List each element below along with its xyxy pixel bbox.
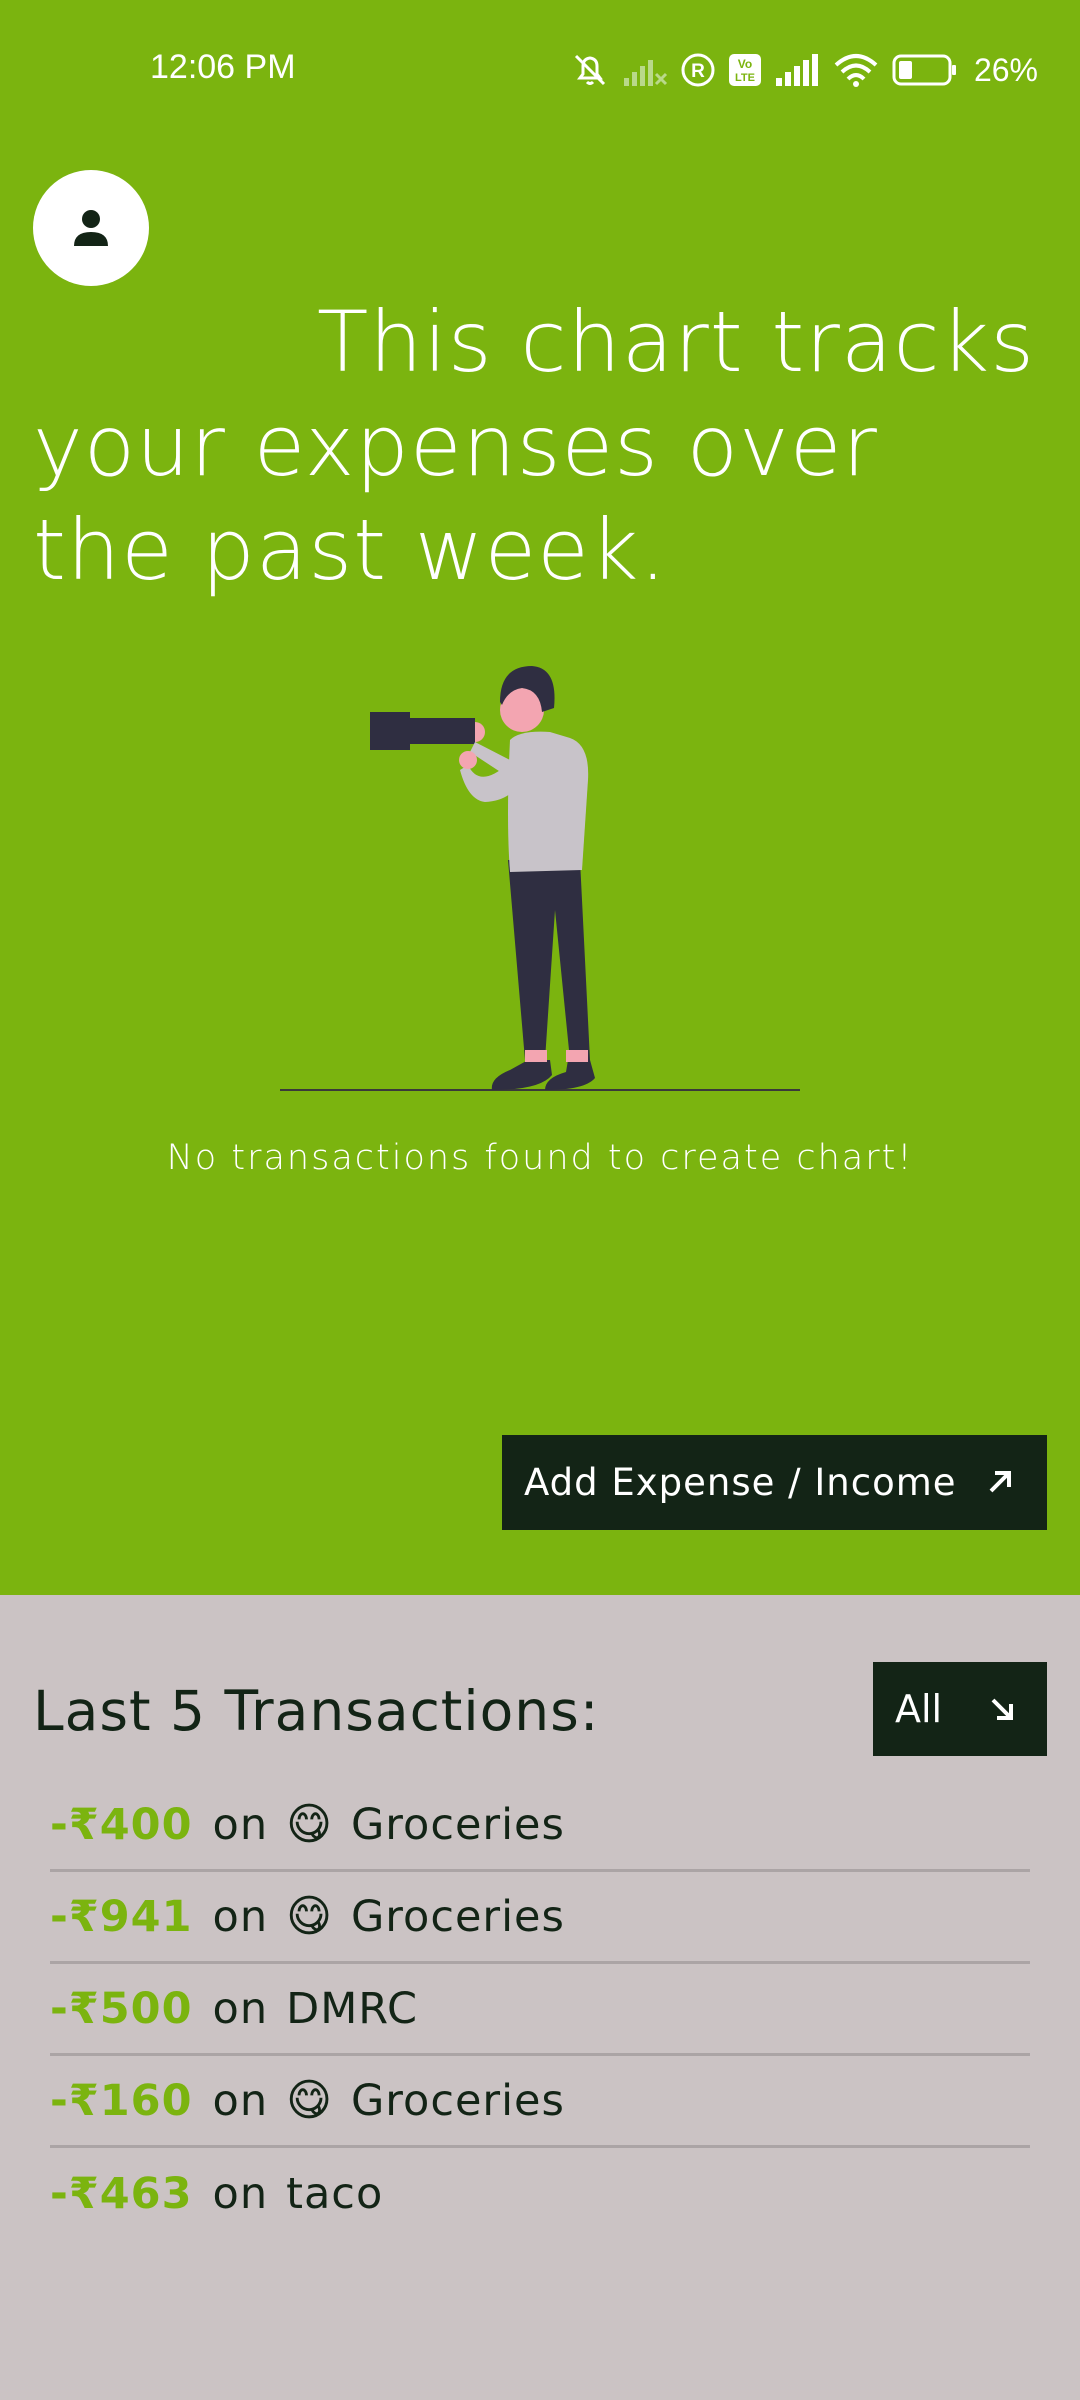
wifi-icon <box>834 54 878 87</box>
transaction-category: Groceries <box>350 2075 565 2126</box>
mute-bell-icon <box>574 54 606 86</box>
svg-text:Vo: Vo <box>738 57 752 71</box>
transaction-row[interactable]: -₹500 on DMRC <box>50 1964 1030 2056</box>
status-time: 12:06 PM <box>150 48 296 86</box>
person-with-binoculars-illustration <box>280 666 800 1091</box>
all-transactions-button[interactable]: All <box>873 1662 1047 1756</box>
transaction-on-text: on <box>212 1799 269 1850</box>
svg-text:LTE: LTE <box>735 72 755 84</box>
category-emoji: 😋 <box>286 2075 333 2126</box>
transaction-on-text: on <box>212 2169 269 2219</box>
empty-chart-message: No transactions found to create chart! <box>166 1138 914 1178</box>
add-expense-income-button[interactable]: Add Expense / Income <box>502 1435 1047 1530</box>
transaction-category: DMRC <box>286 1983 419 2034</box>
transaction-amount: -₹160 <box>50 2075 193 2126</box>
transaction-category: Groceries <box>350 1799 565 1850</box>
transaction-on-text: on <box>212 2075 269 2126</box>
transaction-row[interactable]: -₹400 on 😋 Groceries <box>50 1780 1030 1872</box>
volte-icon: Vo LTE <box>728 54 761 86</box>
chart-panel: 12:06 PM R Vo LTE 26% This chart tracks … <box>0 0 1080 1595</box>
profile-button[interactable] <box>33 170 149 286</box>
transaction-category: taco <box>286 2169 384 2219</box>
svg-text:R: R <box>691 61 705 82</box>
transactions-title: Last 5 Transactions: <box>33 1679 600 1743</box>
battery-level: 26% <box>973 51 1038 88</box>
signal-icon <box>775 54 818 86</box>
status-bar: 12:06 PM R Vo LTE 26% <box>0 0 1080 140</box>
page-title: This chart tracks your expenses over the… <box>33 293 1035 599</box>
transaction-list: -₹400 on 😋 Groceries -₹941 on 😋 Grocerie… <box>50 1780 1030 2240</box>
transaction-on-text: on <box>212 1983 269 2034</box>
signal-off-icon <box>623 60 668 86</box>
category-emoji: 😋 <box>286 1799 333 1850</box>
arrow-up-right-icon <box>989 1471 1011 1493</box>
filter-button-label: All <box>895 1687 943 1731</box>
transaction-amount: -₹400 <box>50 1799 193 1850</box>
transaction-row[interactable]: -₹463 on taco <box>50 2148 1030 2240</box>
status-icons: R Vo LTE 26% <box>570 48 1038 92</box>
transaction-row[interactable]: -₹941 on 😋 Groceries <box>50 1872 1030 1964</box>
person-icon <box>74 210 108 246</box>
transaction-category: Groceries <box>350 1891 565 1942</box>
roaming-icon: R <box>681 53 715 87</box>
transaction-row[interactable]: -₹160 on 😋 Groceries <box>50 2056 1030 2148</box>
transaction-amount: -₹941 <box>50 1891 193 1942</box>
transactions-panel: Last 5 Transactions: All -₹400 on 😋 Groc… <box>0 1595 1080 2400</box>
battery-icon <box>892 54 956 86</box>
category-emoji: 😋 <box>286 1891 333 1942</box>
add-button-label: Add Expense / Income <box>524 1461 957 1504</box>
transaction-on-text: on <box>212 1891 269 1942</box>
transaction-amount: -₹463 <box>50 2169 193 2219</box>
transaction-amount: -₹500 <box>50 1983 193 2034</box>
arrow-down-right-icon <box>991 1698 1013 1720</box>
